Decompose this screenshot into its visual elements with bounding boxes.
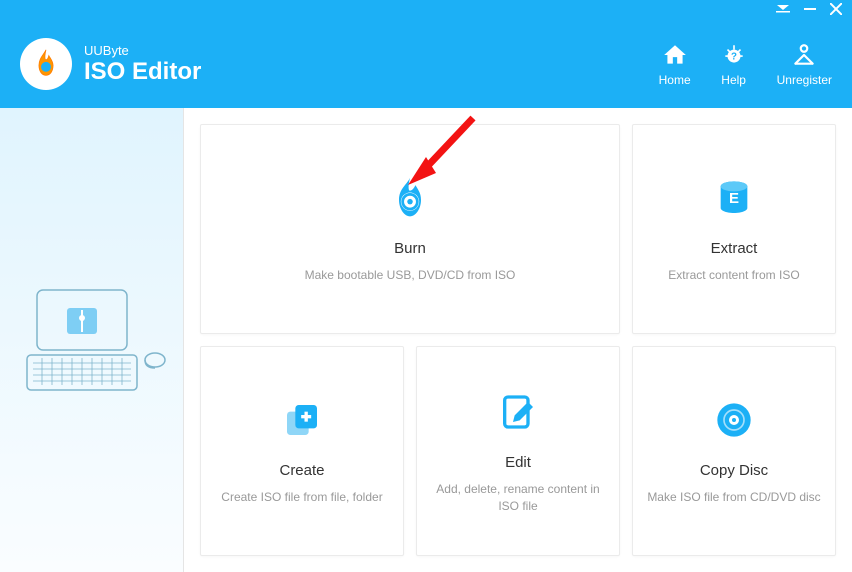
edit-icon [494, 388, 542, 436]
tile-burn-desc: Make bootable USB, DVD/CD from ISO [305, 267, 516, 284]
header: UUByte ISO Editor Home ? Help [0, 20, 852, 108]
close-button[interactable] [830, 3, 842, 18]
laptop-illustration [17, 280, 167, 400]
tile-edit[interactable]: Edit Add, delete, rename content in ISO … [416, 346, 620, 556]
brand-name: UUByte [84, 43, 201, 58]
tile-burn[interactable]: Burn Make bootable USB, DVD/CD from ISO [200, 124, 620, 334]
tile-create-title: Create [279, 462, 324, 479]
header-nav: Home ? Help [659, 42, 832, 87]
tile-burn-title: Burn [394, 240, 426, 257]
minimize-button[interactable] [804, 3, 816, 18]
tile-extract-title: Extract [711, 240, 758, 257]
extract-icon: E [710, 174, 758, 222]
tile-copy[interactable]: Copy Disc Make ISO file from CD/DVD disc [632, 346, 836, 556]
help-icon: ? [721, 42, 747, 68]
body: Burn Make bootable USB, DVD/CD from ISO … [0, 108, 852, 572]
content-grid: Burn Make bootable USB, DVD/CD from ISO … [184, 108, 852, 572]
tile-create-desc: Create ISO file from file, folder [221, 489, 382, 506]
tile-edit-desc: Add, delete, rename content in ISO file [427, 481, 609, 515]
home-icon [662, 42, 688, 68]
app-window: UUByte ISO Editor Home ? Help [0, 0, 852, 572]
copy-disc-icon [710, 396, 758, 444]
unregister-icon [791, 42, 817, 68]
menu-dropdown-icon[interactable] [776, 3, 790, 18]
tile-copy-title: Copy Disc [700, 462, 768, 479]
tile-copy-desc: Make ISO file from CD/DVD disc [647, 489, 820, 506]
nav-help-label: Help [721, 73, 746, 87]
tile-extract-desc: Extract content from ISO [668, 267, 799, 284]
nav-home-label: Home [659, 73, 691, 87]
svg-text:E: E [729, 190, 739, 207]
sidebar [0, 108, 184, 572]
create-icon [278, 396, 326, 444]
flame-logo-icon [20, 38, 72, 90]
app-title: ISO Editor [84, 58, 201, 86]
burn-icon [386, 174, 434, 222]
tile-create[interactable]: Create Create ISO file from file, folder [200, 346, 404, 556]
nav-unregister-label: Unregister [777, 73, 832, 87]
nav-help[interactable]: ? Help [721, 42, 747, 87]
titlebar [0, 0, 852, 20]
nav-home[interactable]: Home [659, 42, 691, 87]
tile-edit-title: Edit [505, 454, 531, 471]
tile-extract[interactable]: E Extract Extract content from ISO [632, 124, 836, 334]
svg-text:?: ? [731, 51, 737, 62]
app-logo: UUByte ISO Editor [20, 38, 201, 90]
nav-unregister[interactable]: Unregister [777, 42, 832, 87]
